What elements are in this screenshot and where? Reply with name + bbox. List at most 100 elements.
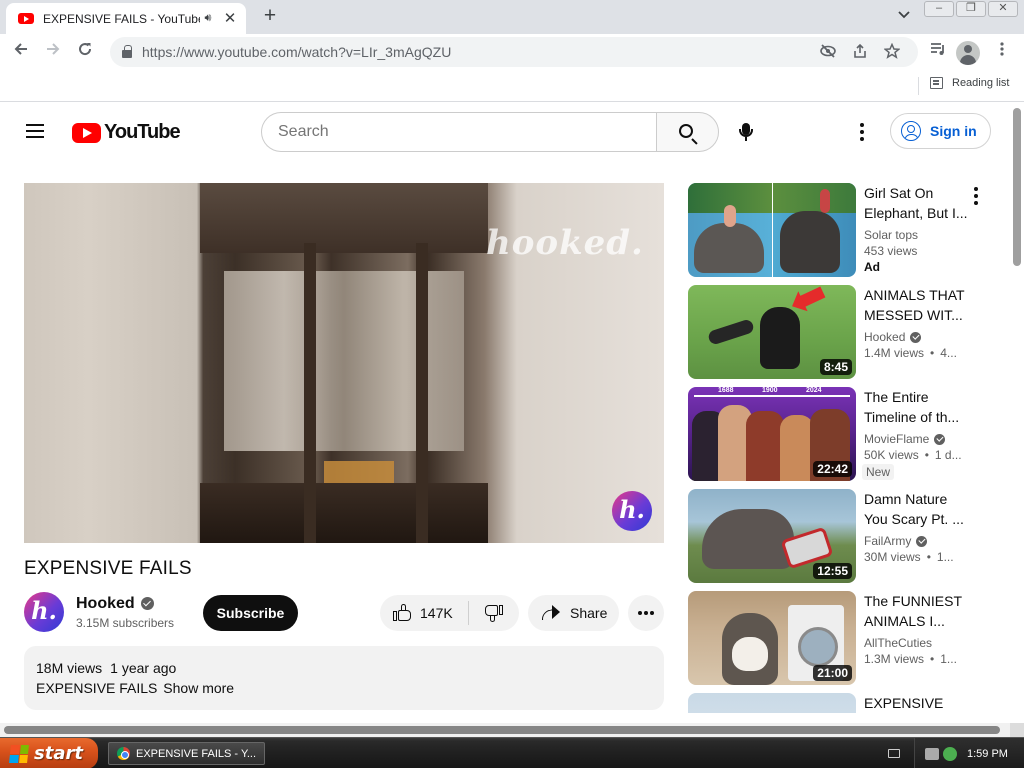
forward-arrow-icon[interactable] [40,39,66,65]
channel-name[interactable]: Hooked [76,595,135,613]
horizontal-scroll-thumb[interactable] [4,726,1000,734]
description-box[interactable]: 18M views 1 year ago EXPENSIVE FAILS Show… [24,646,664,710]
youtube-wordmark: YouTube [104,121,181,143]
video-thumbnail[interactable]: 21:00 [688,591,856,685]
related-video-stats: 30M views • 1... [864,550,954,564]
verified-check-icon [140,597,154,610]
taskbar-chrome-window[interactable]: EXPENSIVE FAILS - Y... [108,742,265,765]
back-arrow-icon[interactable] [8,39,34,65]
vertical-scroll-thumb[interactable] [1013,108,1021,266]
show-more-link[interactable]: Show more [163,680,234,696]
account-circle-icon [901,121,921,141]
channel-avatar[interactable]: h. [24,592,64,632]
minimize-button[interactable]: – [924,1,954,17]
related-channel-name: AllTheCuties [864,636,933,650]
video-watermark: hooked. [486,223,644,263]
url-text[interactable]: https://www.youtube.com/watch?v=LIr_3mAg… [142,44,812,60]
video-thumbnail[interactable]: 8:45 [688,285,856,379]
taskbar-clock[interactable]: 1:59 PM [967,748,1008,760]
video-thumbnail[interactable] [688,693,856,713]
search-input[interactable] [261,112,656,152]
related-video-stats: 453 views [864,244,918,258]
desktop-screen: EXPENSIVE FAILS - YouTube 🔊︎ ✕ + – ❐ ✕ h… [0,0,1024,768]
search-button[interactable] [656,112,719,152]
close-window-button[interactable]: ✕ [988,1,1018,17]
eye-slash-icon[interactable] [812,43,844,61]
address-bar[interactable]: https://www.youtube.com/watch?v=LIr_3mAg… [110,37,918,67]
hamburger-menu-icon[interactable] [24,120,48,144]
related-video-item[interactable]: 1688 1900 2024 22:42 The Entire Timeline… [688,387,998,481]
more-actions-button[interactable] [628,595,664,631]
taskbar-window-title: EXPENSIVE FAILS - Y... [136,747,257,760]
like-dislike-group: 147K [380,595,519,631]
keyboard-layout-icon[interactable] [888,749,900,758]
video-duration: 21:00 [813,665,852,681]
start-button[interactable]: start [0,738,98,768]
share-button[interactable]: Share [528,595,619,631]
youtube-favicon-icon [18,13,34,24]
related-video-item[interactable]: 21:00 The FUNNIEST ANIMALS I... AllTheCu… [688,591,998,685]
reading-list-icon [930,77,943,89]
share-label: Share [570,605,608,621]
related-video-item[interactable]: EXPENSIVE [688,693,998,713]
network-tray-icon[interactable] [925,747,939,760]
verified-check-icon [910,331,922,343]
maximize-button[interactable]: ❐ [956,1,986,17]
related-channel-name: Solar tops [864,228,919,242]
tab-search-chevron-icon[interactable] [893,7,915,27]
related-video-item[interactable]: 12:55 Damn Nature You Scary Pt. ... Fail… [688,489,998,583]
bookmarks-divider [918,77,919,95]
related-video-item[interactable]: Girl Sat On Elephant, But I... Solar top… [688,183,998,277]
related-channel-name: FailArmy [864,534,970,548]
related-video-stats: 50K views • 1 d... [864,448,962,462]
video-player[interactable]: hooked. h. [24,183,664,543]
dislike-button[interactable] [469,595,519,631]
video-thumbnail[interactable]: 1688 1900 2024 22:42 [688,387,856,481]
related-video-text: EXPENSIVE [864,693,970,713]
channel-watermark-badge[interactable]: h. [612,491,652,531]
speaker-icon[interactable]: 🔊︎ [200,12,216,25]
related-video-title[interactable]: The FUNNIEST ANIMALS I... [864,591,970,631]
chrome-icon [117,747,130,760]
chrome-menu-icon[interactable] [989,39,1015,65]
security-tray-icon[interactable] [943,746,957,761]
horizontal-scrollbar[interactable] [0,723,1010,737]
sign-in-button[interactable]: Sign in [890,113,991,149]
settings-kebab-icon[interactable] [850,120,874,144]
thumbnail-year-label: 1900 [762,387,778,394]
profile-avatar-icon[interactable] [956,41,980,65]
new-tab-button[interactable]: + [258,5,282,29]
related-video-title[interactable]: ANIMALS THAT MESSED WIT... [864,285,970,325]
ad-menu-kebab-icon[interactable] [972,187,980,207]
reload-icon[interactable] [72,39,98,65]
video-duration: 22:42 [813,461,852,477]
video-thumbnail[interactable]: 12:55 [688,489,856,583]
related-video-title[interactable]: The Entire Timeline of th... [864,387,970,427]
voice-search-mic-icon[interactable] [734,120,758,144]
related-video-text: Damn Nature You Scary Pt. ... FailArmy 3… [864,489,970,564]
related-video-title[interactable]: Girl Sat On Elephant, But I... [864,183,970,223]
subscriber-count: 3.15M subscribers [76,615,175,630]
subscribe-button[interactable]: Subscribe [203,595,298,631]
browser-tab[interactable]: EXPENSIVE FAILS - YouTube 🔊︎ ✕ [6,3,246,34]
tab-close-icon[interactable]: ✕ [222,10,238,27]
description-text: EXPENSIVE FAILS [36,680,158,696]
channel-info: Hooked 3.15M subscribers [76,595,174,630]
lock-icon[interactable] [122,45,132,58]
related-video-title[interactable]: EXPENSIVE [864,693,970,713]
related-video-item[interactable]: 8:45 ANIMALS THAT MESSED WIT... Hooked 1… [688,285,998,379]
media-queue-icon[interactable] [925,39,951,65]
like-button[interactable]: 147K [380,595,468,631]
related-video-stats: 1.4M views • 4... [864,346,957,360]
youtube-logo[interactable]: YouTube [72,121,181,144]
windows-taskbar: start EXPENSIVE FAILS - Y... 1:59 PM [0,737,1024,768]
reading-list-button[interactable]: Reading list [930,77,1009,89]
related-video-title[interactable]: Damn Nature You Scary Pt. ... [864,489,970,529]
share-icon[interactable] [844,43,876,62]
video-thumbnail[interactable] [688,183,856,277]
sign-in-label: Sign in [930,123,977,139]
video-frame-pillar [416,243,428,543]
bookmark-star-icon[interactable] [876,42,908,62]
vertical-scrollbar[interactable] [1010,103,1024,723]
window-controls: – ❐ ✕ [924,1,1018,17]
